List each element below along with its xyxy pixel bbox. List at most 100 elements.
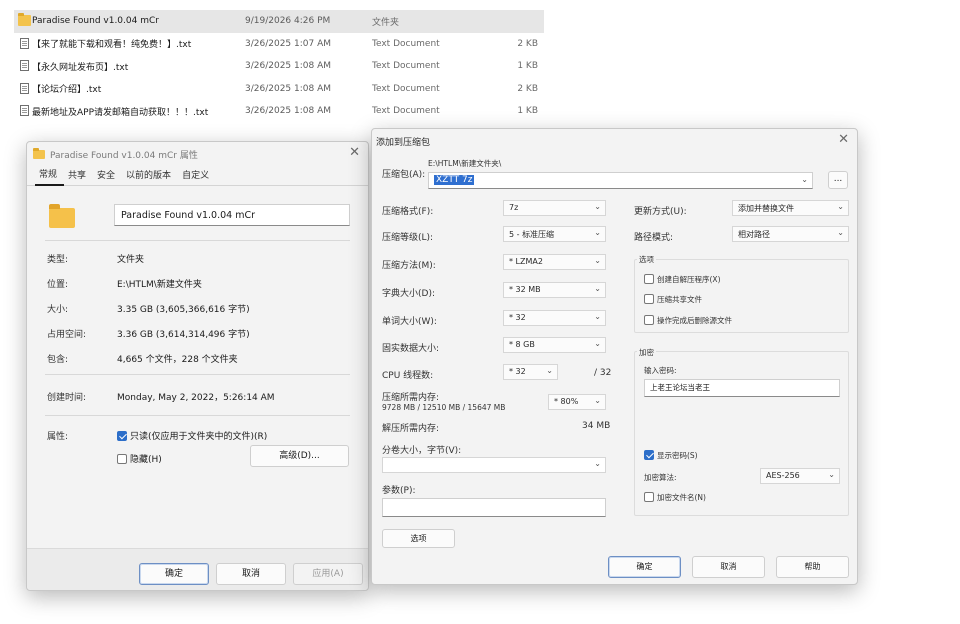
solid-select[interactable]: * 8 GB ⌄ bbox=[503, 337, 606, 353]
chevron-down-icon: ⌄ bbox=[594, 312, 601, 321]
options-button[interactable]: 选项 bbox=[382, 529, 455, 548]
close-icon[interactable]: ✕ bbox=[349, 146, 360, 160]
file-size: 2 KB bbox=[517, 38, 538, 49]
chevron-down-icon: ⌄ bbox=[546, 366, 553, 375]
advanced-button[interactable]: 高级(D)... bbox=[250, 445, 349, 467]
threads-label: CPU 线程数: bbox=[382, 371, 434, 381]
cancel-button[interactable]: 取消 bbox=[216, 563, 286, 585]
cancel-button[interactable]: 取消 bbox=[692, 556, 765, 578]
file-row[interactable]: 【来了就能下载和观看！纯免费！】.txt 3/26/2025 1:07 AM Tex… bbox=[14, 33, 544, 56]
archive-titlebar[interactable]: 添加到压缩包 ✕ bbox=[372, 129, 857, 153]
type-value: 文件夹 bbox=[117, 255, 145, 265]
password-input[interactable]: 上老王论坛当老王 bbox=[644, 379, 840, 397]
file-date: 3/26/2025 1:07 AM bbox=[245, 38, 332, 49]
close-icon[interactable]: ✕ bbox=[838, 133, 849, 147]
help-button[interactable]: 帮助 bbox=[776, 556, 849, 578]
file-name: 【永久网址发布页】.txt bbox=[32, 62, 129, 73]
properties-dialog: Paradise Found v1.0.04 mCr 属性 ✕ 常规 共享 安全… bbox=[26, 141, 369, 591]
params-input[interactable] bbox=[382, 498, 606, 517]
contains-row: 包含: 4,665 个文件，228 个文件夹 bbox=[47, 352, 357, 366]
add-to-archive-dialog: 添加到压缩包 ✕ 压缩包(A): E:\HTLM\新建文件夹\ XZTT 7z … bbox=[371, 128, 858, 585]
text-file-icon bbox=[20, 37, 29, 49]
delete-label: 操作完成后删除源文件 bbox=[657, 316, 732, 325]
ok-button[interactable]: 确定 bbox=[139, 563, 209, 585]
sfx-label: 创建自解压程序(X) bbox=[657, 275, 721, 284]
size-value: 3.35 GB (3,605,366,616 字节) bbox=[117, 305, 250, 315]
encrypt-names-checkbox[interactable]: 加密文件名(N) bbox=[644, 492, 706, 503]
update-label: 更新方式(U): bbox=[634, 207, 687, 217]
tab-general[interactable]: 常规 bbox=[35, 167, 65, 186]
folder-name-input[interactable]: Paradise Found v1.0.04 mCr bbox=[114, 204, 350, 226]
ok-button[interactable]: 确定 bbox=[608, 556, 681, 578]
sfx-checkbox[interactable]: 创建自解压程序(X) bbox=[644, 274, 721, 285]
hidden-label: 隐藏(H) bbox=[130, 455, 162, 465]
type-row: 类型: 文件夹 bbox=[47, 252, 357, 266]
checkbox-checked-icon[interactable] bbox=[644, 450, 654, 460]
contains-value: 4,665 个文件，228 个文件夹 bbox=[117, 355, 238, 365]
checkbox-icon[interactable] bbox=[644, 294, 654, 304]
chevron-down-icon[interactable]: ⌄ bbox=[801, 175, 808, 184]
word-select[interactable]: * 32 ⌄ bbox=[503, 310, 606, 326]
location-value: E:\HTLM\新建文件夹 bbox=[117, 280, 202, 290]
chevron-down-icon: ⌄ bbox=[594, 396, 601, 405]
checkbox-icon[interactable] bbox=[117, 454, 127, 464]
method-value: * LZMA2 bbox=[509, 257, 543, 266]
chevron-down-icon: ⌄ bbox=[837, 228, 844, 237]
format-select[interactable]: 7z ⌄ bbox=[503, 200, 606, 216]
encryption-method-label: 加密算法: bbox=[644, 473, 677, 482]
archive-label: 压缩包(A): bbox=[382, 170, 426, 180]
file-row[interactable]: 【论坛介绍】.txt 3/26/2025 1:08 AM Text Document… bbox=[14, 78, 544, 101]
update-select[interactable]: 添加并替换文件 ⌄ bbox=[732, 200, 849, 216]
large-folder-icon bbox=[49, 204, 75, 228]
params-label: 参数(P): bbox=[382, 486, 416, 496]
tab-sharing[interactable]: 共享 bbox=[64, 168, 93, 185]
checkbox-icon[interactable] bbox=[644, 315, 654, 325]
tab-security[interactable]: 安全 bbox=[93, 168, 122, 185]
encryption-method-select[interactable]: AES-256 ⌄ bbox=[760, 468, 840, 484]
split-combo[interactable]: ⌄ bbox=[382, 457, 606, 473]
path-mode-select[interactable]: 相对路径 ⌄ bbox=[732, 226, 849, 242]
tab-previous-versions[interactable]: 以前的版本 bbox=[122, 168, 178, 185]
properties-title: Paradise Found v1.0.04 mCr 属性 bbox=[50, 150, 198, 161]
threads-value: * 32 bbox=[509, 367, 526, 376]
dict-value: * 32 MB bbox=[509, 285, 541, 294]
path-mode-value: 相对路径 bbox=[738, 230, 770, 239]
archive-name-combo[interactable]: XZTT 7z ⌄ bbox=[428, 172, 813, 189]
file-type: Text Document bbox=[372, 38, 440, 49]
contains-label: 包含: bbox=[47, 355, 69, 365]
archive-name-value: XZTT 7z bbox=[434, 175, 475, 185]
checkbox-icon[interactable] bbox=[644, 274, 654, 284]
level-select[interactable]: 5 - 标准压缩 ⌄ bbox=[503, 226, 606, 242]
location-row: 位置: E:\HTLM\新建文件夹 bbox=[47, 277, 357, 291]
file-name: 最新地址及APP请发邮箱自动获取！！！.txt bbox=[32, 107, 209, 118]
file-row[interactable]: 【永久网址发布页】.txt 3/26/2025 1:08 AM Text Docum… bbox=[14, 55, 544, 78]
format-value: 7z bbox=[509, 203, 519, 212]
delete-checkbox[interactable]: 操作完成后删除源文件 bbox=[644, 315, 732, 326]
browse-button[interactable]: ... bbox=[828, 171, 848, 189]
tab-customize[interactable]: 自定义 bbox=[178, 168, 216, 185]
readonly-checkbox[interactable]: 只读(仅应用于文件夹中的文件)(R) bbox=[117, 429, 267, 442]
type-label: 类型: bbox=[47, 255, 69, 265]
apply-button[interactable]: 应用(A) bbox=[293, 563, 363, 585]
file-row[interactable]: Paradise Found v1.0.04 mCr 9/19/2026 4:26… bbox=[14, 10, 544, 33]
decompress-memory-value: 34 MB bbox=[582, 421, 611, 431]
checkbox-icon[interactable] bbox=[644, 492, 654, 502]
hidden-checkbox[interactable]: 隐藏(H) bbox=[117, 452, 162, 465]
encrypt-names-label: 加密文件名(N) bbox=[657, 493, 706, 502]
level-value: 5 - 标准压缩 bbox=[509, 230, 555, 239]
memory-percent-select[interactable]: * 80% ⌄ bbox=[548, 394, 606, 410]
shared-checkbox[interactable]: 压缩共享文件 bbox=[644, 294, 702, 305]
size-row: 大小: 3.35 GB (3,605,366,616 字节) bbox=[47, 302, 357, 316]
file-type: Text Document bbox=[372, 106, 440, 117]
memory-percent-value: * 80% bbox=[554, 397, 579, 406]
dict-select[interactable]: * 32 MB ⌄ bbox=[503, 282, 606, 298]
file-row[interactable]: 最新地址及APP请发邮箱自动获取！！！.txt 3/26/2025 1:08 AM… bbox=[14, 100, 544, 123]
checkbox-checked-icon[interactable] bbox=[117, 431, 127, 441]
file-type: Text Document bbox=[372, 61, 440, 72]
threads-select[interactable]: * 32 ⌄ bbox=[503, 364, 558, 380]
properties-titlebar[interactable]: Paradise Found v1.0.04 mCr 属性 ✕ bbox=[27, 142, 368, 166]
method-select[interactable]: * LZMA2 ⌄ bbox=[503, 254, 606, 270]
show-password-checkbox[interactable]: 显示密码(S) bbox=[644, 450, 698, 461]
dict-label: 字典大小(D): bbox=[382, 289, 435, 299]
format-label: 压缩格式(F): bbox=[382, 207, 434, 217]
